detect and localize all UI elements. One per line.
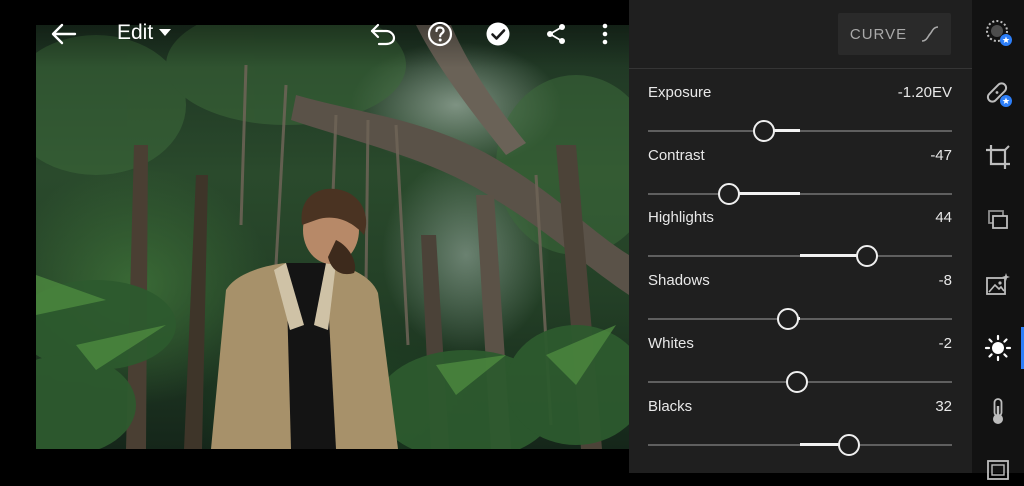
panel-divider — [629, 68, 972, 69]
more-options-button[interactable] — [590, 18, 620, 50]
rail-auto-enhance[interactable] — [981, 268, 1015, 302]
share-icon — [547, 24, 565, 44]
rail-effects[interactable] — [981, 452, 1015, 486]
help-icon — [427, 21, 453, 47]
versions-icon — [988, 210, 1008, 229]
slider-thumb[interactable] — [837, 434, 860, 456]
rail-healing[interactable] — [981, 76, 1015, 110]
slider-track[interactable] — [648, 425, 952, 465]
slider-base — [648, 130, 952, 132]
tool-rail — [972, 0, 1024, 480]
slider-value[interactable]: -1.20EV — [898, 84, 952, 101]
slider-value[interactable]: 32 — [935, 398, 952, 415]
slider-base — [648, 318, 952, 320]
slider-label: Highlights — [648, 209, 714, 226]
slider-label: Exposure — [648, 84, 712, 101]
rail-versions[interactable] — [981, 203, 1015, 237]
photo-illustration — [36, 25, 629, 449]
slider-label: Whites — [648, 335, 694, 352]
help-button[interactable] — [424, 18, 456, 50]
slider-thumb[interactable] — [776, 308, 799, 330]
share-button[interactable] — [540, 18, 572, 50]
slider-thumb[interactable] — [785, 371, 808, 393]
slider-exposure: Exposure -1.20EV — [648, 84, 952, 142]
back-button[interactable] — [48, 18, 80, 50]
light-adjustments-panel: CURVE Exposure -1.20EV Contrast -47 High… — [629, 0, 972, 473]
slider-track[interactable] — [648, 111, 952, 151]
slider-contrast: Contrast -47 — [648, 147, 952, 205]
done-button[interactable] — [482, 18, 514, 50]
slider-track[interactable] — [648, 236, 952, 276]
slider-blacks: Blacks 32 — [648, 398, 952, 456]
auto-enhance-icon — [986, 273, 1010, 295]
undo-button[interactable] — [367, 18, 399, 50]
mode-selector[interactable]: Edit — [117, 21, 172, 45]
rail-crop[interactable] — [981, 140, 1015, 174]
color-temperature-icon — [993, 398, 1003, 424]
slider-track[interactable] — [648, 362, 952, 402]
checkmark-icon — [486, 22, 510, 46]
person-figure — [211, 188, 398, 449]
slider-value[interactable]: -47 — [930, 147, 952, 164]
rail-light[interactable] — [981, 331, 1015, 365]
rail-color[interactable] — [981, 394, 1015, 428]
slider-value[interactable]: 44 — [935, 209, 952, 226]
back-arrow-icon — [51, 23, 77, 45]
slider-track[interactable] — [648, 174, 952, 214]
slider-value[interactable]: -8 — [939, 272, 952, 289]
slider-thumb[interactable] — [752, 120, 775, 142]
slider-shadows: Shadows -8 — [648, 272, 952, 330]
chevron-down-icon — [159, 29, 172, 36]
curve-button[interactable]: CURVE — [838, 13, 951, 55]
photo-canvas[interactable]: Edit — [0, 0, 629, 473]
healing-icon — [986, 82, 1012, 107]
rail-presets[interactable] — [981, 15, 1015, 49]
slider-label: Shadows — [648, 272, 710, 289]
top-toolbar: Edit — [0, 0, 629, 68]
curve-label: CURVE — [849, 25, 908, 43]
light-icon — [984, 334, 1012, 362]
slider-thumb[interactable] — [855, 245, 878, 267]
slider-highlights: Highlights 44 — [648, 209, 952, 267]
slider-whites: Whites -2 — [648, 335, 952, 393]
slider-thumb[interactable] — [717, 183, 740, 205]
undo-icon — [370, 23, 396, 46]
slider-track[interactable] — [648, 299, 952, 339]
slider-label: Contrast — [648, 147, 705, 164]
presets-icon — [986, 20, 1012, 46]
effects-icon — [987, 460, 1009, 480]
mode-label: Edit — [117, 21, 154, 44]
slider-value[interactable]: -2 — [939, 335, 952, 352]
slider-base — [648, 193, 952, 195]
photo[interactable] — [36, 25, 629, 449]
slider-label: Blacks — [648, 398, 693, 415]
tone-curve-icon — [922, 26, 939, 42]
more-vertical-icon — [602, 23, 608, 45]
crop-icon — [986, 145, 1010, 169]
